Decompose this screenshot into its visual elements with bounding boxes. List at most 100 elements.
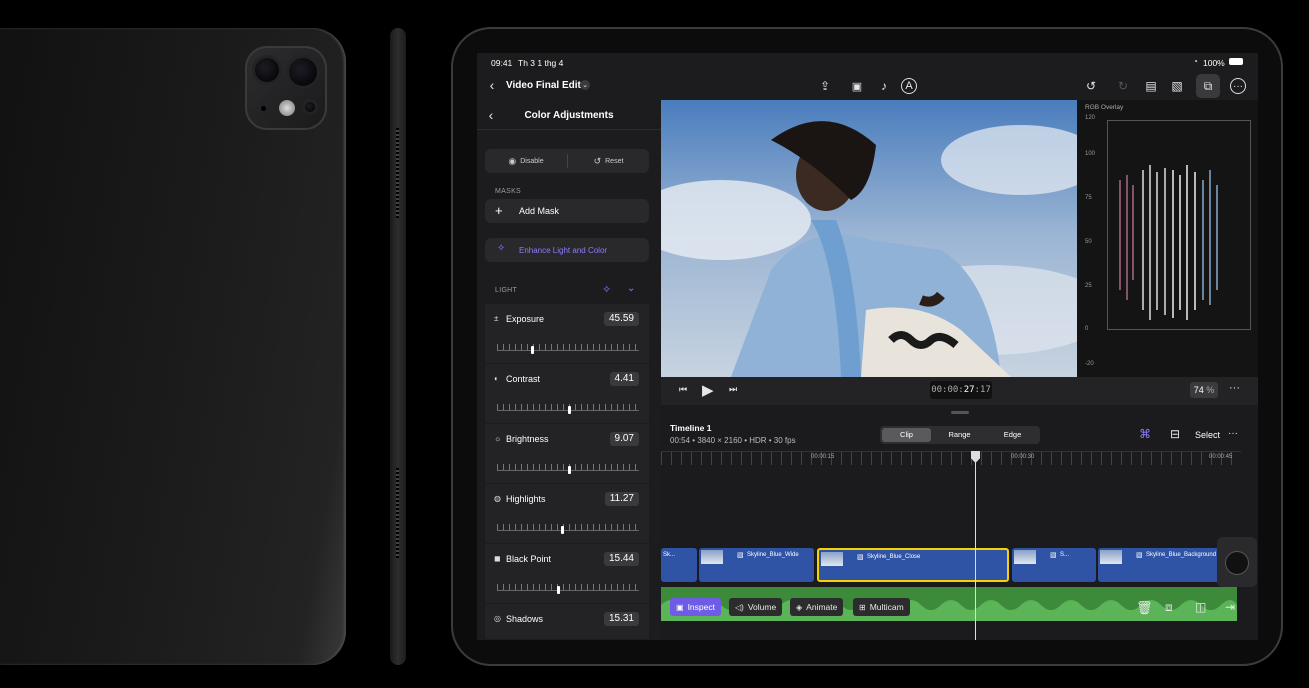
auto-enhance-icon[interactable]: ✧ — [602, 283, 611, 296]
more-options-icon[interactable]: ··· — [1228, 428, 1238, 439]
slider-track[interactable] — [497, 350, 639, 351]
disable-button[interactable]: ◉ Disable — [485, 149, 567, 173]
video-viewer[interactable] — [661, 100, 1077, 377]
inspect-button[interactable]: ▣ Inspect — [670, 598, 721, 616]
camera-icon[interactable]: ▣ — [847, 78, 867, 94]
clip-label: S... — [1060, 552, 1070, 558]
slider-value-field[interactable]: 45.59 — [603, 312, 639, 326]
shadows-icon: ◎ — [494, 614, 501, 623]
slider-row-black-point: ◼ Black Point 15.44 — [485, 544, 649, 604]
multicam-icon: ⊞ — [859, 602, 866, 612]
jog-wheel[interactable] — [1225, 551, 1249, 575]
slider-knob[interactable] — [531, 346, 535, 354]
multicam-button[interactable]: ⊞ Multicam — [853, 598, 910, 616]
battery-icon — [1229, 58, 1243, 65]
clip-view-icon[interactable]: ⊟ — [1170, 427, 1180, 441]
timecode-prefix: 00:00: — [931, 385, 964, 395]
collapse-chevron-icon[interactable]: ⌄ — [627, 283, 635, 294]
zoom-level[interactable]: 74 % — [1190, 382, 1218, 398]
slider-value-field[interactable]: 15.31 — [603, 612, 639, 626]
skip-forward-icon[interactable]: ⏭ — [729, 384, 737, 395]
voiceover-icon[interactable]: A — [901, 78, 917, 94]
add-mask-label: Add Mask — [519, 206, 560, 216]
volume-icon: ◁) — [735, 602, 744, 612]
split-clip-icon[interactable]: ⧈ — [1165, 600, 1173, 615]
inspector-icon[interactable]: ▤ — [1142, 78, 1160, 94]
scope-axis-label: 50 — [1085, 239, 1092, 245]
slider-track[interactable] — [497, 530, 639, 531]
transport-bar: ⏮ ▶ ⏭ 00:00:27:17 74 % ··· — [661, 377, 1258, 405]
zoom-unit: % — [1206, 385, 1215, 395]
play-icon[interactable]: ▶ — [702, 381, 714, 399]
scope-axis-label: 100 — [1085, 151, 1096, 157]
enhance-light-button[interactable]: ✧ Enhance Light and Color — [485, 238, 649, 262]
inspect-icon: ▣ — [676, 602, 684, 612]
undo-icon[interactable]: ↺ — [1083, 78, 1099, 94]
zoom-value: 74 — [1193, 385, 1204, 395]
resize-handle[interactable] — [951, 411, 969, 414]
photo-icon[interactable]: ▧ — [1168, 78, 1186, 94]
clip-label: Skyline_Blue_Background — [1146, 552, 1217, 558]
back-chevron-icon[interactable]: ‹ — [485, 77, 499, 93]
share-icon[interactable]: ⇪ — [817, 78, 833, 94]
slider-row-exposure: ± Exposure 45.59 — [485, 304, 649, 364]
snapping-icon[interactable]: ⌘ — [1139, 427, 1151, 441]
trash-icon[interactable]: 🗑 — [1136, 600, 1153, 616]
chevron-down-icon[interactable]: ⌄ — [580, 80, 590, 90]
more-options-icon[interactable]: ··· — [1230, 78, 1246, 94]
plus-minus-icon: ± — [494, 314, 499, 323]
camera-module — [245, 46, 327, 130]
timeline-clip[interactable]: Sk... — [661, 548, 697, 582]
ruler — [661, 451, 1241, 465]
slider-knob[interactable] — [556, 586, 560, 594]
ipad-side-view — [390, 28, 406, 665]
slider-label: Shadows — [506, 614, 544, 624]
slider-value-field[interactable]: 15.44 — [603, 552, 639, 566]
divider — [477, 129, 661, 130]
contrast-icon: ◐ — [494, 374, 499, 383]
slider-knob[interactable] — [560, 526, 564, 534]
mode-edge[interactable]: Edge — [988, 426, 1037, 444]
animate-button[interactable]: ◈ Animate — [790, 598, 844, 616]
playhead[interactable] — [975, 451, 976, 640]
slider-label: Highlights — [506, 494, 546, 504]
detach-audio-icon[interactable]: ◫ — [1195, 600, 1206, 614]
disable-label: Disable — [520, 157, 544, 165]
media-browser-icon[interactable]: ⧉ — [1196, 74, 1220, 98]
timecode-frames: :17 — [974, 385, 991, 395]
clip-label: Skyline_Blue_Close — [867, 554, 921, 560]
animate-icon: ◈ — [796, 602, 803, 612]
photo-icon: ▧ — [857, 554, 864, 561]
photo-icon: ▧ — [1050, 552, 1057, 559]
timeline-clip[interactable]: ▧ S... — [1012, 548, 1096, 582]
photo-icon: ▧ — [737, 552, 744, 559]
select-button[interactable]: Select — [1195, 430, 1220, 440]
slider-knob[interactable] — [568, 466, 571, 474]
more-options-icon[interactable]: ··· — [1229, 382, 1240, 394]
reset-button[interactable]: ↺ Reset — [568, 149, 649, 173]
mode-clip[interactable]: Clip — [882, 426, 931, 444]
sun-icon: ☼ — [494, 434, 502, 443]
scope-axis-label: 0 — [1085, 326, 1089, 332]
timeline-clip-selected[interactable]: ▧ Skyline_Blue_Close — [817, 548, 1009, 582]
slider-row-brightness: ☼ Brightness 9.07 — [485, 424, 649, 484]
insert-icon[interactable]: ⇥ — [1225, 600, 1235, 614]
slider-value-field[interactable]: 4.41 — [609, 372, 639, 386]
slider-knob[interactable] — [568, 406, 571, 414]
timeline-clip[interactable]: ▧ Skyline_Blue_Wide — [699, 548, 814, 582]
mode-range[interactable]: Range — [935, 426, 984, 444]
photo-icon: ▧ — [1136, 552, 1143, 559]
skip-back-icon[interactable]: ⏮ — [679, 384, 687, 395]
black-point-icon: ◼ — [494, 554, 501, 563]
add-mask-button[interactable]: + Add Mask — [485, 199, 649, 223]
redo-icon[interactable]: ↻ — [1115, 78, 1131, 94]
reset-icon: ↺ — [593, 155, 602, 166]
slider-value-field[interactable]: 9.07 — [609, 432, 639, 446]
volume-button[interactable]: ◁) Volume — [729, 598, 783, 616]
scope-axis-label: 75 — [1085, 195, 1092, 201]
jog-wheel-panel — [1217, 537, 1257, 587]
slider-value-field[interactable]: 11.27 — [604, 492, 639, 506]
project-title[interactable]: Video Final Edit — [506, 80, 581, 91]
slider-track[interactable] — [497, 590, 639, 591]
microphone-icon[interactable]: ♪ — [878, 78, 890, 94]
